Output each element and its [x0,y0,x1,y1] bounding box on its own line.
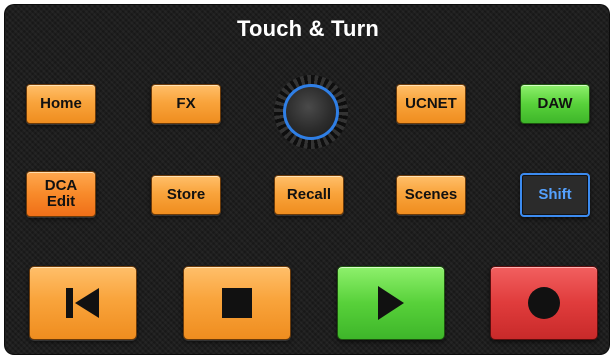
shift-button[interactable]: Shift [520,173,590,217]
encoder-knob[interactable] [274,75,348,149]
recall-button[interactable]: Recall [274,175,344,215]
scenes-button[interactable]: Scenes [396,175,466,215]
ucnet-button[interactable]: UCNET [396,84,466,124]
scenes-button-label: Scenes [404,186,458,203]
record-icon [528,287,560,319]
home-button-label: Home [40,95,82,112]
knob-icon [283,84,339,140]
fx-button[interactable]: FX [151,84,221,124]
play-icon [378,286,404,320]
dca-edit-label-line1: DCA [44,177,78,194]
skip-previous-icon [66,288,99,318]
daw-button-label: DAW [537,95,573,112]
dca-edit-button[interactable]: DCA Edit [26,171,96,217]
ucnet-button-label: UCNET [405,95,457,112]
panel-title: Touch & Turn [236,16,380,41]
daw-button[interactable]: DAW [520,84,590,124]
fx-button-label: FX [176,95,196,112]
shift-button-label: Shift [538,186,572,203]
record-button[interactable] [490,266,598,340]
home-button[interactable]: Home [26,84,96,124]
dca-edit-label-line2: Edit [46,193,76,210]
previous-button[interactable] [29,266,137,340]
recall-button-label: Recall [286,186,332,203]
stop-button[interactable] [183,266,291,340]
stop-icon [222,288,252,318]
store-button[interactable]: Store [151,175,221,215]
play-button[interactable] [337,266,445,340]
store-button-label: Store [166,186,206,203]
